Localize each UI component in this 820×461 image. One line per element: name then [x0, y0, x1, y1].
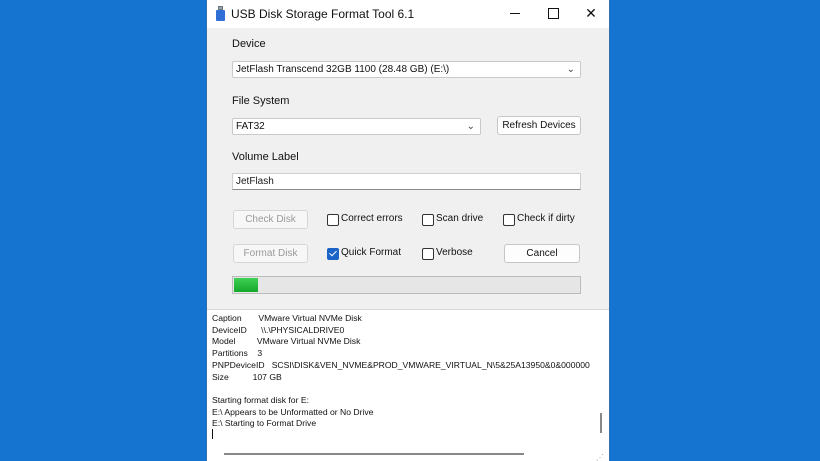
log-line: PNPDeviceID SCSI\DISK&VEN_NVME&PROD_VMWA…	[212, 359, 590, 370]
file-system-select[interactable]: FAT32 ⌄	[232, 118, 481, 135]
scan-drive-label: Scan drive	[436, 213, 484, 224]
chevron-down-icon: ⌄	[566, 64, 575, 75]
quick-format-box	[327, 248, 339, 260]
file-system-label: File System	[232, 95, 290, 107]
scan-drive-box	[422, 214, 434, 226]
chevron-down-icon: ⌄	[466, 121, 475, 132]
maximize-button[interactable]	[535, 0, 571, 28]
usb-drive-icon	[216, 6, 225, 21]
text-caret	[212, 429, 213, 439]
title-bar: USB Disk Storage Format Tool 6.1 ✕	[207, 0, 609, 28]
window-title: USB Disk Storage Format Tool 6.1	[231, 7, 415, 21]
device-select-value: JetFlash Transcend 32GB 1100 (28.48 GB) …	[236, 64, 450, 75]
log-line: Partitions 3	[212, 348, 263, 359]
log-line: E:\ Starting to Format Drive	[212, 418, 317, 429]
device-label: Device	[232, 38, 266, 50]
check-if-dirty-box	[503, 214, 515, 226]
close-icon: ✕	[585, 5, 597, 21]
resize-grip-icon: ⋰	[596, 453, 604, 461]
maximize-icon	[548, 8, 559, 19]
refresh-devices-button[interactable]: Refresh Devices	[497, 116, 581, 135]
vertical-scrollbar[interactable]	[600, 413, 602, 433]
log-line: Model VMware Virtual NVMe Disk	[212, 336, 361, 347]
format-disk-button[interactable]: Format Disk	[233, 244, 308, 263]
log-line: Caption VMware Virtual NVMe Disk	[212, 313, 362, 323]
check-if-dirty-label: Check if dirty	[517, 213, 575, 224]
close-button[interactable]: ✕	[573, 0, 609, 28]
correct-errors-label: Correct errors	[341, 213, 403, 224]
minimize-button[interactable]	[497, 0, 533, 28]
log-output[interactable]: ⋰ Caption VMware Virtual NVMe Disk Device…	[207, 309, 609, 461]
progress-fill	[234, 278, 258, 292]
format-progress-bar	[232, 276, 581, 294]
verbose-label: Verbose	[436, 247, 473, 258]
log-line: Starting format disk for E:	[212, 394, 309, 405]
log-line: DeviceID \\.\PHYSICALDRIVE0	[212, 324, 345, 335]
file-system-select-value: FAT32	[236, 121, 265, 132]
minimize-icon	[510, 13, 520, 14]
log-line: Size 107 GB	[212, 371, 282, 382]
log-line: E:\ Appears to be Unformatted or No Driv…	[212, 406, 374, 417]
cancel-button[interactable]: Cancel	[504, 244, 580, 263]
correct-errors-box	[327, 214, 339, 226]
check-disk-button[interactable]: Check Disk	[233, 210, 308, 229]
device-select[interactable]: JetFlash Transcend 32GB 1100 (28.48 GB) …	[232, 61, 581, 78]
volume-label-label: Volume Label	[232, 151, 299, 163]
app-window: USB Disk Storage Format Tool 6.1 ✕ Devic…	[207, 0, 609, 461]
volume-label-input[interactable]: JetFlash	[232, 173, 581, 190]
verbose-box	[422, 248, 434, 260]
quick-format-label: Quick Format	[341, 247, 402, 258]
horizontal-scrollbar[interactable]	[224, 453, 524, 455]
